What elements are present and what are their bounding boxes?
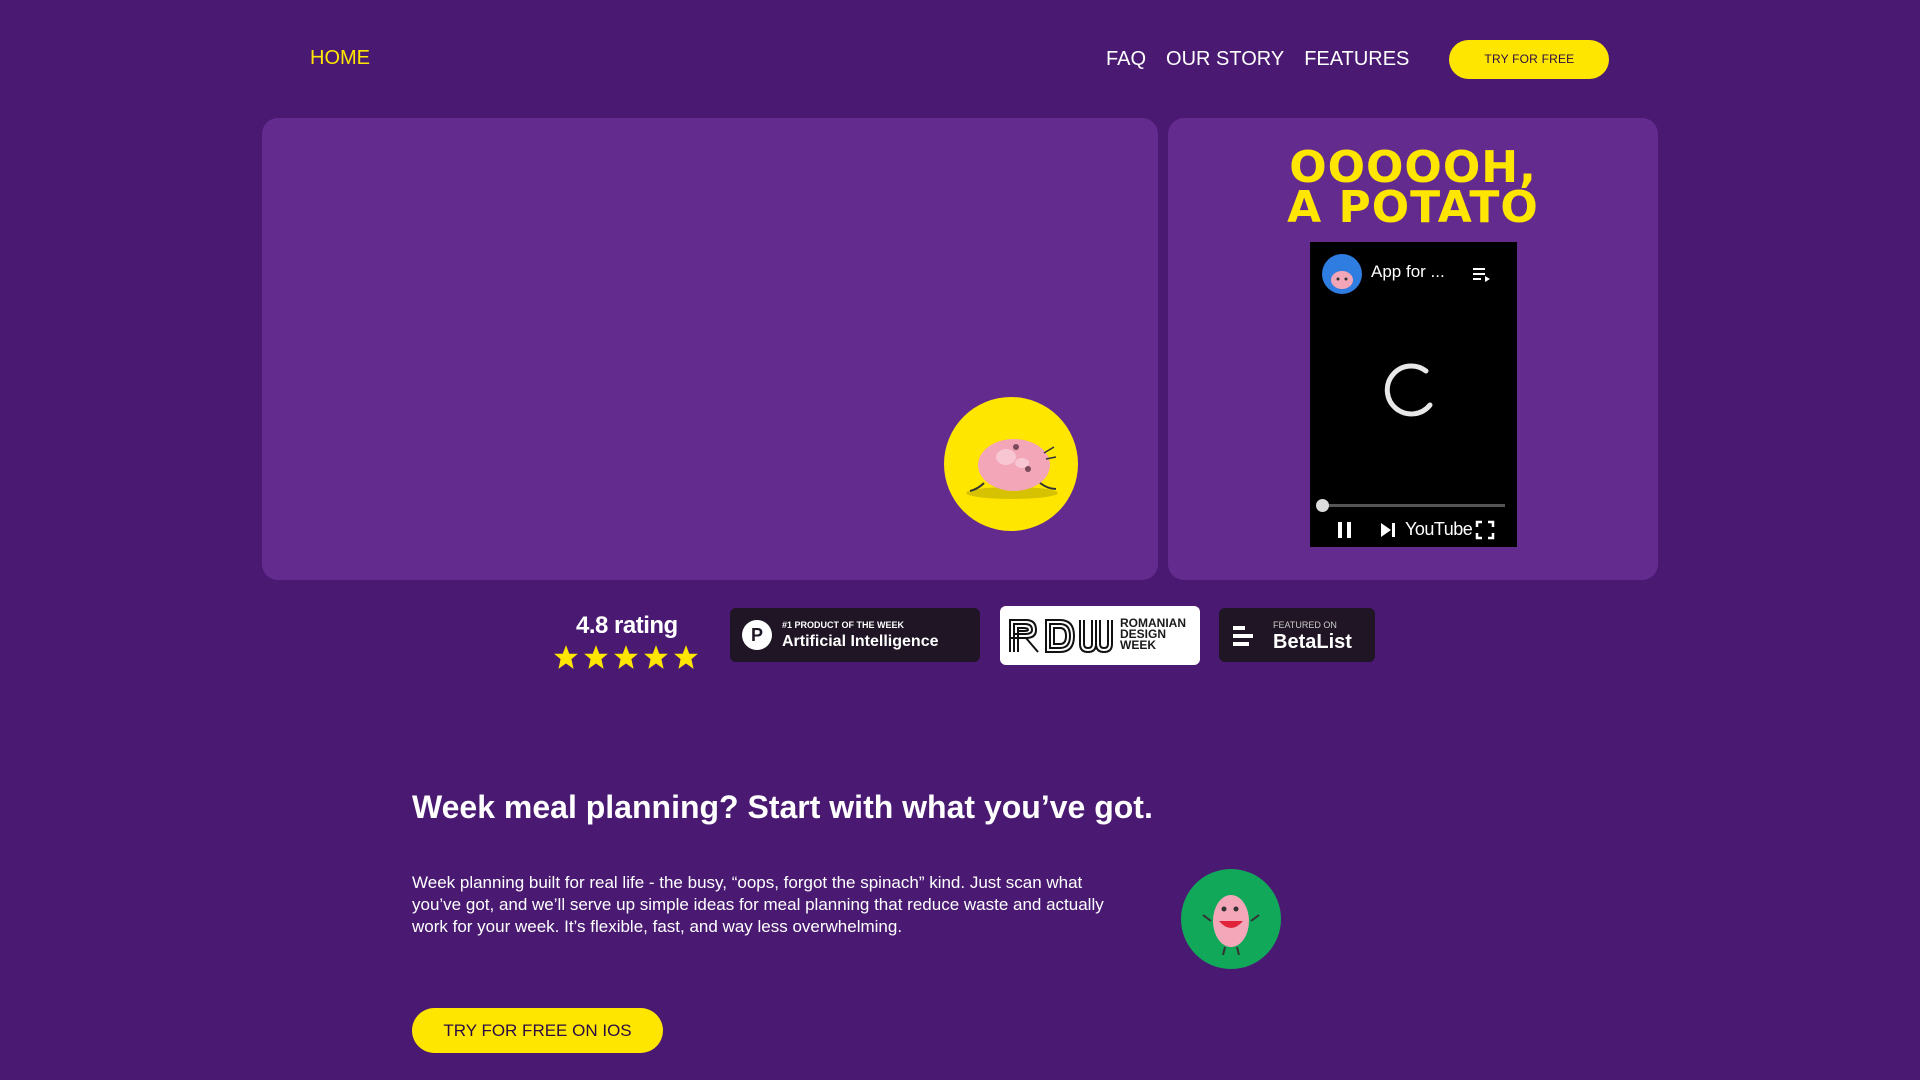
- rating-stars: [553, 644, 699, 670]
- rdw-line-3: WEEK: [1120, 638, 1156, 652]
- star-icon: [554, 645, 578, 669]
- loading-spinner-icon: [1384, 363, 1433, 417]
- hero-headline: OOOOOH, A POTATO: [1168, 146, 1658, 233]
- star-icon: [584, 645, 608, 669]
- happy-potato-badge: [1181, 869, 1281, 969]
- betalist-badge[interactable]: FEATURED ON BetaList: [1219, 608, 1375, 662]
- section-description: Week planning built for real life - the …: [412, 873, 1104, 936]
- product-hunt-subtitle: #1 PRODUCT OF THE WEEK: [782, 620, 905, 630]
- star-icon: [614, 645, 638, 669]
- rdw-logo-icon: [1009, 619, 1113, 654]
- product-hunt-category: Artificial Intelligence: [782, 633, 939, 650]
- rdw-wordmark: ROMANIAN DESIGN WEEK: [1120, 617, 1200, 652]
- headline-line-2: A POTATO: [1287, 182, 1539, 233]
- star-icon: [644, 645, 668, 669]
- product-hunt-badge[interactable]: P #1 PRODUCT OF THE WEEK Artificial Inte…: [730, 608, 980, 662]
- try-free-ios-button[interactable]: TRY FOR FREE ON IOS: [412, 1008, 663, 1053]
- nav-faq-link[interactable]: FAQ: [1106, 39, 1146, 79]
- video-progress-bar[interactable]: [1322, 504, 1505, 507]
- potato-avatar-icon: [1331, 271, 1353, 289]
- fullscreen-icon[interactable]: [1475, 520, 1495, 540]
- playlist-icon[interactable]: [1473, 266, 1491, 282]
- channel-avatar[interactable]: [1322, 254, 1362, 294]
- happy-potato-icon: [1202, 895, 1260, 956]
- pause-icon[interactable]: [1336, 520, 1354, 540]
- betalist-featured-on: FEATURED ON: [1273, 620, 1337, 630]
- nav-our-story-link[interactable]: OUR STORY: [1166, 39, 1284, 79]
- nav-features-link[interactable]: FEATURES: [1304, 39, 1409, 79]
- video-scrubber-handle[interactable]: [1316, 499, 1329, 512]
- nav-menu: FAQ OUR STORY FEATURES TRY FOR FREE: [1106, 39, 1610, 79]
- youtube-logo[interactable]: YouTube: [1405, 519, 1473, 540]
- rating-label: 4.8 rating: [576, 612, 678, 639]
- betalist-logo-icon: [1233, 626, 1253, 646]
- nav-home-link[interactable]: HOME: [310, 47, 370, 70]
- potato-mascot-badge: [944, 397, 1078, 531]
- star-icon: [674, 645, 698, 669]
- section-heading: Week meal planning? Start with what you’…: [412, 789, 1153, 825]
- romanian-design-week-badge[interactable]: ROMANIAN DESIGN WEEK: [1000, 606, 1200, 665]
- betalist-name: BetaList: [1273, 631, 1352, 653]
- hero-video-panel: OOOOOH, A POTATO App for ... YouTube: [1168, 118, 1658, 580]
- hero-media-panel: [262, 118, 1158, 580]
- youtube-video-player[interactable]: App for ... YouTube: [1310, 242, 1517, 547]
- next-icon[interactable]: [1379, 520, 1397, 540]
- product-hunt-logo-icon: P: [742, 620, 772, 650]
- video-title[interactable]: App for ...: [1371, 262, 1445, 282]
- sleeping-potato-icon: [966, 439, 1058, 499]
- try-for-free-button[interactable]: TRY FOR FREE: [1449, 39, 1610, 79]
